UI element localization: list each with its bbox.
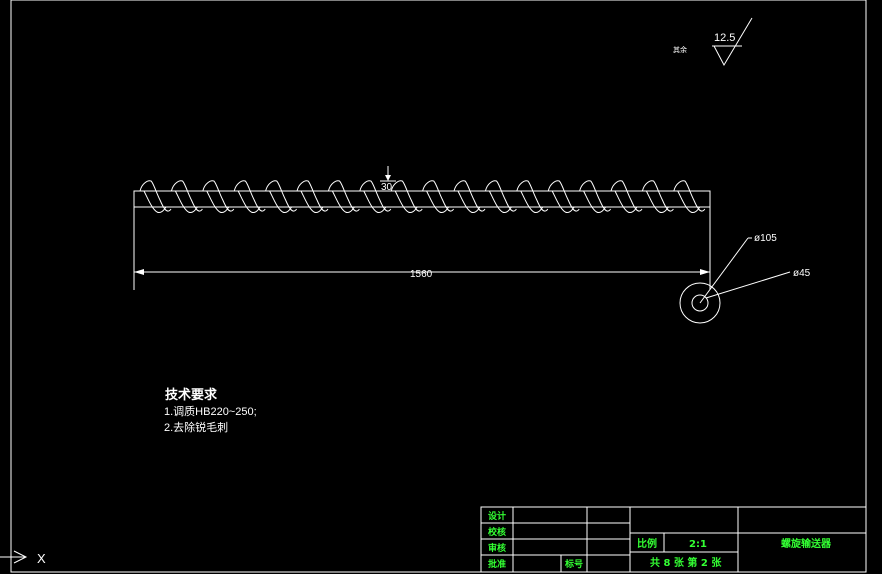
row-label-review: 审核 — [488, 542, 506, 554]
shaft-diameter-label: ø45 — [793, 268, 811, 279]
roughness-value: 12.5 — [714, 32, 735, 44]
screw-conveyor-shaft — [133, 180, 711, 213]
label-count: 标号 — [564, 558, 583, 570]
shaft-body — [133, 190, 711, 208]
title-block: 设计 校核 审核 批准 标号 比例 2:1 螺旋输送器 共 8 张 第 2 张 — [480, 506, 867, 573]
roughness-note: 其余 — [673, 45, 687, 54]
outer-diameter-label: ø105 — [754, 233, 777, 244]
row-label-check: 校核 — [488, 526, 506, 538]
length-dimension: 1560 — [133, 207, 711, 290]
ucs-x-label: X — [37, 551, 46, 566]
ucs-icon: X — [0, 550, 46, 566]
pitch-height-dimension: 30 — [380, 166, 396, 193]
length-label: 1560 — [410, 269, 433, 280]
tech-req-title: 技术要求 — [165, 387, 218, 402]
sheet-count: 共 8 张 第 2 张 — [650, 556, 722, 569]
row-label-design: 设计 — [488, 510, 506, 522]
screw-flights — [139, 180, 706, 213]
row-label-approve: 批准 — [488, 558, 506, 570]
scale-value: 2:1 — [689, 539, 707, 550]
label-scale: 比例 — [637, 537, 657, 550]
tech-req-line2: 2.去除锐毛刺 — [164, 420, 228, 434]
roughness-symbol: 12.5 其余 — [673, 17, 753, 67]
technical-requirements: 技术要求 1.调质HB220~250; 2.去除锐毛刺 — [164, 387, 257, 434]
cad-drawing: 12.5 其余 30 1560 ø105 ø45 技术要求 1.调质HB220~… — [0, 0, 867, 573]
pitch-height-label: 30 — [381, 182, 393, 193]
flight-curves — [139, 180, 706, 213]
drawing-border — [10, 0, 867, 573]
part-name: 螺旋输送器 — [781, 537, 832, 550]
end-view: ø105 ø45 — [679, 233, 811, 324]
tech-req-line1: 1.调质HB220~250; — [164, 405, 257, 418]
